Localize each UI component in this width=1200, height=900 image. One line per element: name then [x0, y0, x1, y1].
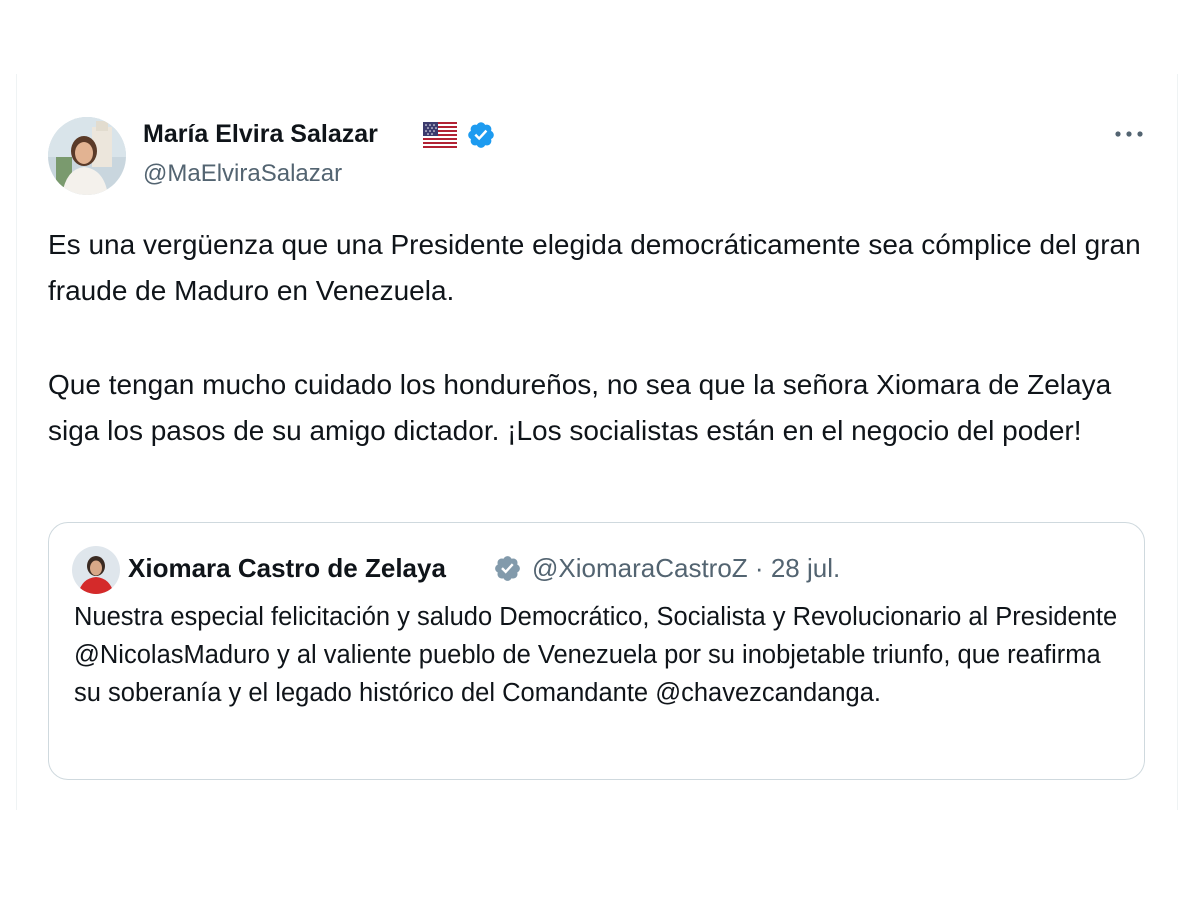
more-options-button[interactable] [1109, 114, 1149, 154]
quoted-meta: @XiomaraCastroZ · 28 jul. [532, 553, 840, 584]
quoted-author-handle[interactable]: @XiomaraCastroZ [532, 553, 748, 583]
government-verified-badge-icon[interactable] [493, 554, 522, 583]
author-handle[interactable]: @MaElviraSalazar [143, 160, 342, 188]
tweet-text-paragraph-1: Es una vergüenza que una Presidente eleg… [48, 229, 1141, 306]
quoted-tweet-text: Nuestra especial felicitación y saludo D… [74, 603, 1118, 707]
more-options-icon [1115, 131, 1143, 137]
quoted-author-avatar-image [72, 546, 120, 594]
author-name[interactable]: María Elvira Salazar [143, 120, 378, 149]
tweet-card: María Elvira Salazar @MaElviraSalazar Es… [16, 74, 1178, 810]
verified-badge-icon[interactable] [466, 120, 496, 150]
meta-separator: · [754, 553, 764, 583]
quoted-date[interactable]: 28 jul. [771, 553, 840, 583]
us-flag-icon [423, 122, 457, 148]
author-avatar-image [48, 117, 126, 195]
quoted-author-name[interactable]: Xiomara Castro de Zelaya [128, 553, 446, 584]
quoted-author-avatar[interactable] [72, 546, 120, 594]
tweet-text-paragraph-2: Que tengan mucho cuidado los hondureños,… [48, 369, 1112, 446]
author-avatar[interactable] [48, 117, 126, 195]
quoted-tweet[interactable]: Xiomara Castro de Zelaya @XiomaraCastroZ… [48, 522, 1145, 780]
